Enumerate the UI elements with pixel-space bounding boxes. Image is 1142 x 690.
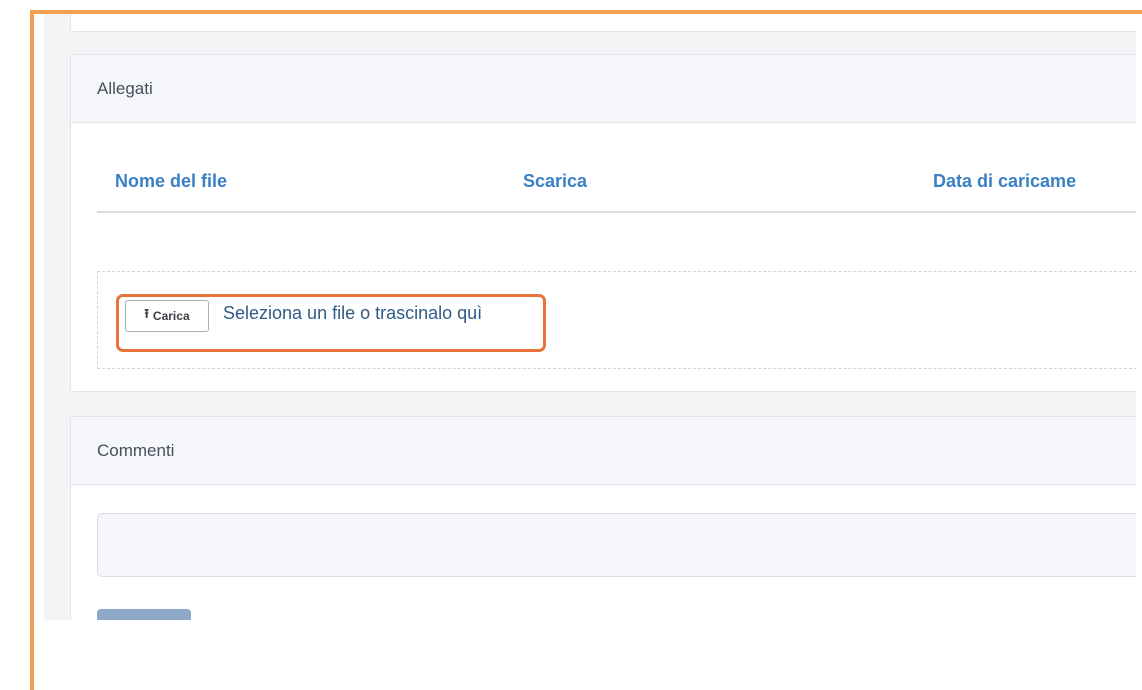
attachments-table-header: Nome del file Scarica Data di caricame <box>97 159 1136 213</box>
column-header-file-name[interactable]: Nome del file <box>115 171 227 192</box>
comment-input[interactable] <box>97 513 1136 577</box>
attachments-panel-title: Allegati <box>71 55 1136 123</box>
comments-panel: Commenti <box>70 416 1136 620</box>
drop-zone-text[interactable]: Seleziona un file o trascinalo quì <box>223 303 482 324</box>
upload-button[interactable]: ⭱ Carica <box>125 300 209 332</box>
column-header-download[interactable]: Scarica <box>523 171 587 192</box>
comments-panel-title: Commenti <box>71 417 1136 485</box>
page-content: Allegati Nome del file Scarica Data di c… <box>44 14 1136 620</box>
upload-highlight: ⭱ Carica Seleziona un file o trascinalo … <box>116 294 546 352</box>
comment-submit-button[interactable] <box>97 609 191 620</box>
screenshot-frame: Allegati Nome del file Scarica Data di c… <box>30 10 1142 690</box>
upload-icon: ⭱ <box>144 306 149 321</box>
upload-button-label: Carica <box>152 309 190 323</box>
attachments-panel: Allegati Nome del file Scarica Data di c… <box>70 54 1136 392</box>
previous-panel <box>70 14 1136 32</box>
column-header-upload-date[interactable]: Data di caricame <box>933 171 1076 192</box>
file-drop-zone[interactable]: ⭱ Carica Seleziona un file o trascinalo … <box>97 271 1136 369</box>
